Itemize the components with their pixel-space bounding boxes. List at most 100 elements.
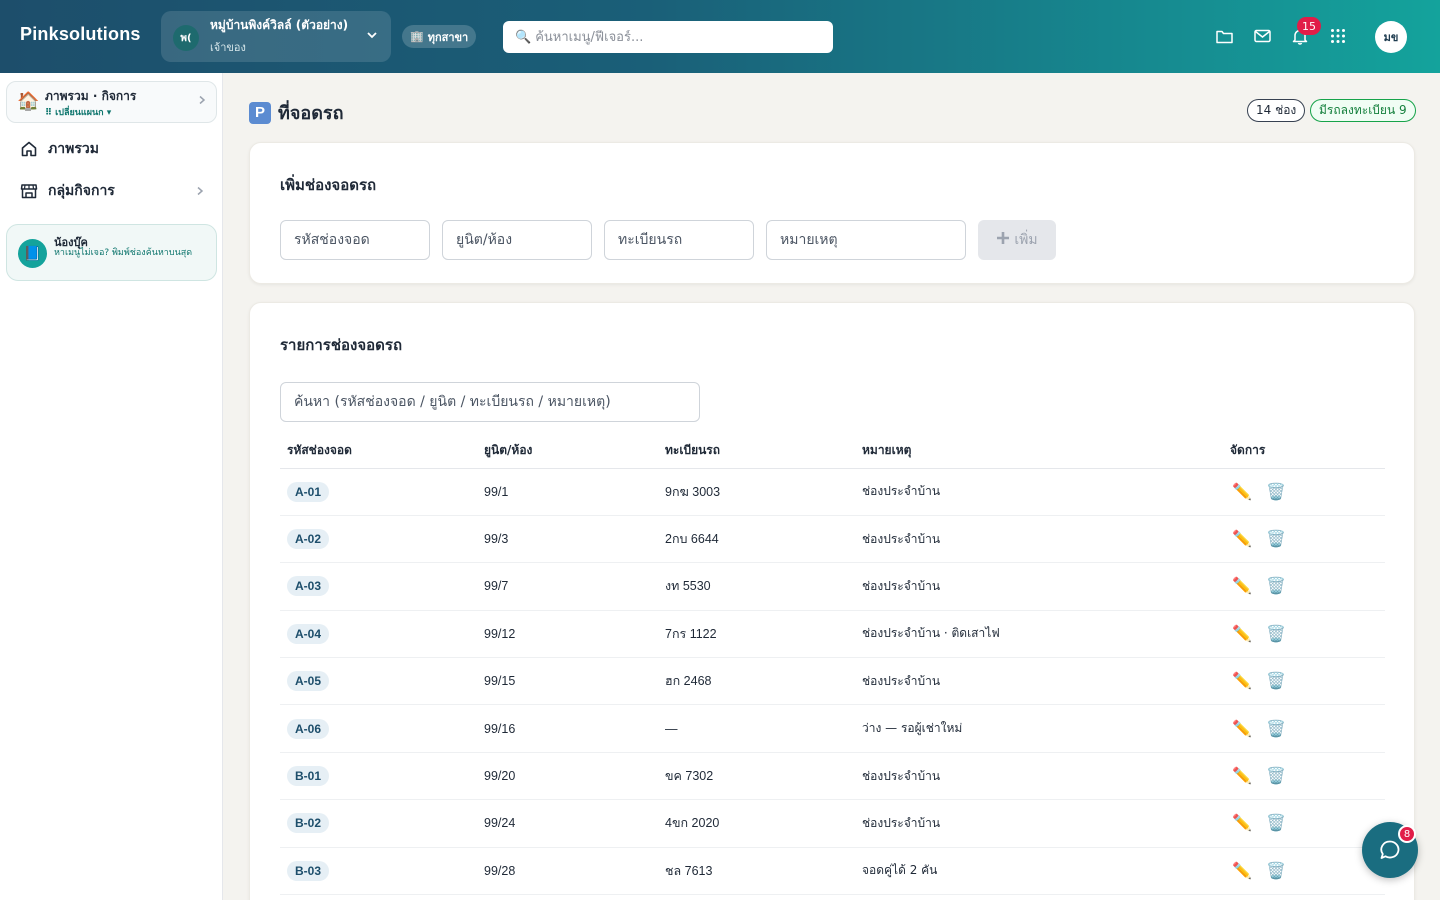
col-header-code[interactable]: รหัสช่องจอด xyxy=(280,433,477,469)
apps-grid-icon[interactable] xyxy=(1328,26,1348,46)
pencil-icon[interactable]: ✏️ xyxy=(1230,717,1254,741)
cell-code: A-05 xyxy=(280,657,477,706)
parking-list-title: รายการช่องจอดรถ xyxy=(280,336,403,354)
pencil-icon[interactable]: ✏️ xyxy=(1230,527,1254,551)
department-change-link[interactable]: ⠿ เปลี่ยนแผนก ▾ xyxy=(45,105,111,119)
page-title-text: ที่จอดรถ xyxy=(278,103,344,124)
trash-icon[interactable]: 🗑️ xyxy=(1264,669,1288,693)
org-switcher[interactable]: พ( หมู่บ้านพิงค์วิลล์ (ตัวอย่าง) เจ้าของ xyxy=(161,11,391,62)
table-row: A-01 99/1 9กฆ 3003 ช่องประจำบ้าน ✏️ 🗑️ xyxy=(280,468,1385,516)
cell-note: ช่องประจำบ้าน xyxy=(855,562,1230,611)
folder-icon[interactable] xyxy=(1214,26,1234,46)
slot-code-pill: A-03 xyxy=(287,576,330,597)
page-title: P ที่จอดรถ xyxy=(249,98,343,127)
cell-code: A-03 xyxy=(280,562,477,611)
sidebar-item-overview[interactable]: ภาพรวม xyxy=(20,137,99,161)
col-header-unit[interactable]: ยูนิต/ห้อง xyxy=(477,433,658,469)
assistant-helper-card[interactable]: 📘 น้องบุ๊ค หาเมนูไม่เจอ? พิมพ์ช่องค้นหาบ… xyxy=(6,224,217,281)
notification-badge: 15 xyxy=(1297,17,1321,35)
slot-code-pill: A-04 xyxy=(287,623,330,644)
cell-plate: ขค 7302 xyxy=(658,752,855,801)
trash-icon[interactable]: 🗑️ xyxy=(1264,764,1288,788)
cell-note: ช่องประจำบ้าน xyxy=(855,468,1230,516)
table-row: A-05 99/15 ฮก 2468 ช่องประจำบ้าน ✏️ 🗑️ xyxy=(280,657,1385,706)
cell-plate: ฮก 2468 xyxy=(658,657,855,706)
cell-unit: 99/3 xyxy=(477,515,658,564)
cell-plate: 7กร 1122 xyxy=(658,610,855,659)
cell-actions: ✏️ 🗑️ xyxy=(1230,752,1385,801)
col-header-note[interactable]: หมายเหตุ xyxy=(855,433,1230,469)
table-row: B-01 99/20 ขค 7302 ช่องประจำบ้าน ✏️ 🗑️ xyxy=(280,752,1385,801)
trash-icon[interactable]: 🗑️ xyxy=(1264,717,1288,741)
slot-count-badge: 14 ช่อง xyxy=(1247,99,1306,122)
user-avatar[interactable]: มข xyxy=(1375,21,1407,53)
trash-icon[interactable]: 🗑️ xyxy=(1264,527,1288,551)
plate-input[interactable] xyxy=(604,220,754,260)
trash-icon[interactable]: 🗑️ xyxy=(1264,811,1288,835)
pencil-icon[interactable]: ✏️ xyxy=(1230,811,1254,835)
org-name: หมู่บ้านพิงค์วิลล์ (ตัวอย่าง) xyxy=(210,18,349,32)
department-title: ภาพรวม · กิจการ xyxy=(45,89,137,103)
col-header-plate[interactable]: ทะเบียนรถ xyxy=(658,433,855,469)
chevron-down-icon xyxy=(366,29,378,44)
store-icon xyxy=(20,184,38,199)
home-icon xyxy=(21,141,37,157)
book-icon: 📘 xyxy=(18,239,47,268)
cell-unit: 99/15 xyxy=(477,657,658,706)
department-switcher[interactable]: 🏠 ภาพรวม · กิจการ ⠿ เปลี่ยนแผนก ▾ xyxy=(6,81,217,123)
cell-plate: — xyxy=(658,704,855,753)
pencil-icon[interactable]: ✏️ xyxy=(1230,669,1254,693)
cell-unit: 99/12 xyxy=(477,610,658,659)
cell-code: A-04 xyxy=(280,610,477,659)
sidebar-item-label: ภาพรวม xyxy=(48,141,99,157)
cell-actions: ✏️ 🗑️ xyxy=(1230,799,1385,848)
cell-note: ว่าง — รอผู้เช่าใหม่ xyxy=(855,704,1230,753)
slot-code-pill: A-02 xyxy=(287,529,330,550)
add-slot-button[interactable]: เพิ่ม xyxy=(978,220,1056,260)
parking-list-card: รายการช่องจอดรถ รหัสช่องจอด ยูนิต/ห้อง ท… xyxy=(249,302,1415,900)
chevron-right-icon xyxy=(197,94,207,108)
parking-search-input[interactable] xyxy=(280,382,700,422)
cell-code: A-02 xyxy=(280,515,477,564)
global-search: 🔍 xyxy=(503,21,833,53)
global-search-input[interactable] xyxy=(535,29,816,45)
org-role: เจ้าของ xyxy=(210,41,246,54)
pencil-icon[interactable]: ✏️ xyxy=(1230,622,1254,646)
pencil-icon[interactable]: ✏️ xyxy=(1230,480,1254,504)
sidebar: 🏠 ภาพรวม · กิจการ ⠿ เปลี่ยนแผนก ▾ ภาพรวม… xyxy=(0,73,223,900)
slot-code-pill: A-06 xyxy=(287,718,330,739)
slot-code-input[interactable] xyxy=(280,220,430,260)
table-row: A-04 99/12 7กร 1122 ช่องประจำบ้าน · ติดเสาไ… xyxy=(280,610,1385,659)
brand-logo[interactable]: Pinksolutions xyxy=(20,24,141,45)
add-parking-card: เพิ่มช่องจอดรถ เพิ่ม xyxy=(249,142,1415,284)
cell-note: ช่องประจำบ้าน xyxy=(855,752,1230,801)
chat-unread-badge: 8 xyxy=(1398,825,1416,843)
unit-input[interactable] xyxy=(442,220,592,260)
plus-icon xyxy=(996,231,1010,249)
cell-note: ช่องประจำบ้าน xyxy=(855,657,1230,706)
cell-actions: ✏️ 🗑️ xyxy=(1230,657,1385,706)
table-row: B-03 99/28 ชล 7613 จอดคู่ได้ 2 คัน ✏️ 🗑️ xyxy=(280,847,1385,896)
cell-code: B-02 xyxy=(280,799,477,848)
cell-actions: ✏️ 🗑️ xyxy=(1230,610,1385,659)
cell-unit: 99/28 xyxy=(477,847,658,896)
pencil-icon[interactable]: ✏️ xyxy=(1230,859,1254,883)
trash-icon[interactable]: 🗑️ xyxy=(1264,859,1288,883)
trash-icon[interactable]: 🗑️ xyxy=(1264,622,1288,646)
cell-actions: ✏️ 🗑️ xyxy=(1230,468,1385,516)
chevron-right-icon xyxy=(195,185,205,199)
trash-icon[interactable]: 🗑️ xyxy=(1264,574,1288,598)
cell-actions: ✏️ 🗑️ xyxy=(1230,562,1385,611)
chat-bubble-icon xyxy=(1380,840,1400,859)
parking-icon: P xyxy=(249,101,271,124)
trash-icon[interactable]: 🗑️ xyxy=(1264,480,1288,504)
table-row: A-03 99/7 งท 5530 ช่องประจำบ้าน ✏️ 🗑️ xyxy=(280,562,1385,611)
cell-unit: 99/7 xyxy=(477,562,658,611)
note-input[interactable] xyxy=(766,220,966,260)
pencil-icon[interactable]: ✏️ xyxy=(1230,574,1254,598)
table-row: A-06 99/16— ว่าง — รอผู้เช่าใหม่ ✏️ 🗑️ xyxy=(280,704,1385,753)
branch-selector[interactable]: 🏢 ทุกสาขา xyxy=(402,25,477,48)
mail-icon[interactable] xyxy=(1252,26,1272,46)
sidebar-item-business-groups[interactable]: กลุ่มกิจการ xyxy=(20,179,115,203)
pencil-icon[interactable]: ✏️ xyxy=(1230,764,1254,788)
